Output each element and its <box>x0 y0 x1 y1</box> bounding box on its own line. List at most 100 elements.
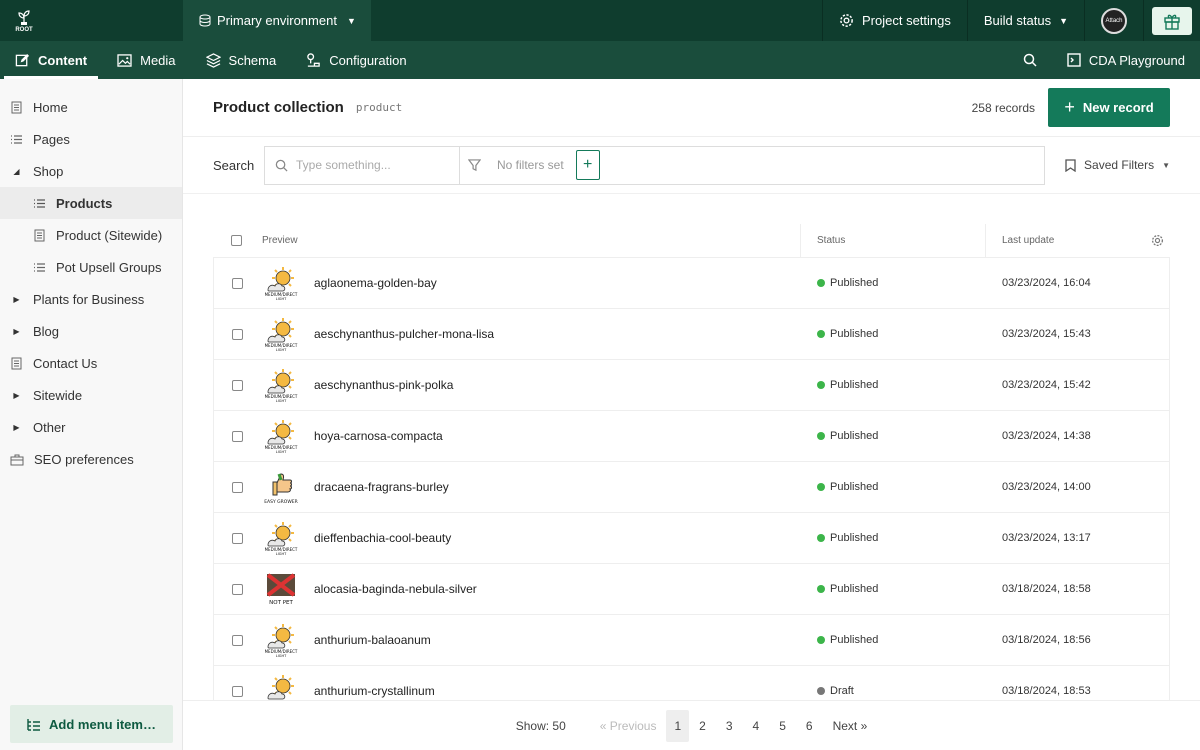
record-title: anthurium-crystallinum <box>314 684 435 698</box>
sidebar-item-sitewide[interactable]: ▶ Sitewide <box>0 379 182 411</box>
record-title: aeschynanthus-pulcher-mona-lisa <box>314 327 495 341</box>
avatar[interactable]: Attach <box>1101 7 1127 34</box>
page-size-selector[interactable]: Show: 50 <box>506 710 576 742</box>
page-numbers: 123456 <box>666 709 823 742</box>
sidebar-item-label: Contact Us <box>33 355 98 371</box>
logo-text: ROOT <box>15 26 33 33</box>
sidebar-item-pages[interactable]: Pages <box>0 123 182 155</box>
page-number-link[interactable]: 4 <box>743 710 770 742</box>
environment-selector[interactable]: Primary environment ▼ <box>183 0 371 41</box>
tab-media[interactable]: Media <box>102 41 190 79</box>
gear-icon[interactable] <box>1151 234 1164 247</box>
tab-label: Schema <box>228 52 277 68</box>
sidebar-item-products[interactable]: Products <box>0 187 182 219</box>
row-checkbox[interactable] <box>232 277 243 289</box>
tab-configuration[interactable]: Configuration <box>291 41 421 79</box>
status-cell: Published <box>801 411 986 461</box>
table-row[interactable]: NOT PET alocasia-baginda-nebula-silver Pub… <box>213 564 1170 615</box>
row-checkbox[interactable] <box>232 481 243 493</box>
search-input[interactable]: Type something... <box>264 145 459 185</box>
last-update: 03/18/2024, 18:56 <box>1002 634 1091 646</box>
project-settings-button[interactable]: Project settings <box>822 0 967 41</box>
column-header-status[interactable]: Status <box>800 224 985 257</box>
preview-cell[interactable]: MEDIUM/DIRECT LIGHT hoya-carnosa-compacta <box>261 419 801 453</box>
caret-right-icon[interactable]: ▶ <box>10 423 23 432</box>
status-dot-icon <box>817 483 825 491</box>
preview-cell[interactable]: NOT PET alocasia-baginda-nebula-silver <box>261 572 801 606</box>
cda-playground-button[interactable]: CDA Playground <box>1052 53 1200 68</box>
saved-filters-dropdown[interactable]: Saved Filters ▼ <box>1065 158 1170 172</box>
environment-label: Primary environment <box>217 13 337 28</box>
sidebar-item-product-sitewide[interactable]: Product (Sitewide) <box>0 219 182 251</box>
sidebar-item-contact-us[interactable]: Contact Us <box>0 347 182 379</box>
sidebar-item-other[interactable]: ▶ Other <box>0 411 182 443</box>
page-number-link[interactable]: 2 <box>689 710 716 742</box>
preview-cell[interactable]: MEDIUM/DIRECT LIGHT aeschynanthus-pulcher-… <box>261 317 801 351</box>
sidebar-item-blog[interactable]: ▶ Blog <box>0 315 182 347</box>
row-checkbox[interactable] <box>232 430 243 442</box>
next-page-link[interactable]: Next » <box>823 710 878 742</box>
sidebar-item-seo-preferences[interactable]: SEO preferences <box>0 443 182 475</box>
row-checkbox[interactable] <box>232 634 243 646</box>
select-all-checkbox[interactable] <box>231 235 242 246</box>
row-checkbox[interactable] <box>232 532 243 544</box>
row-checkbox[interactable] <box>232 379 243 391</box>
row-checkbox[interactable] <box>232 328 243 340</box>
caret-right-icon[interactable]: ▶ <box>10 327 23 336</box>
add-filter-button[interactable]: + <box>575 150 600 180</box>
table-row[interactable]: MEDIUM/DIRECT LIGHT aeschynanthus-pulcher-… <box>213 309 1170 360</box>
sidebar-item-label: Home <box>33 99 68 115</box>
sidebar-item-pot-upsell-groups[interactable]: Pot Upsell Groups <box>0 251 182 283</box>
previous-page-link[interactable]: « Previous <box>590 710 667 742</box>
preview-cell[interactable]: MEDIUM/DIRECT LIGHT aeschynanthus-pink-pol… <box>261 368 801 402</box>
svg-text:LIGHT: LIGHT <box>276 654 287 657</box>
tab-content[interactable]: Content <box>0 41 102 79</box>
build-status-button[interactable]: Build status ▼ <box>966 0 1084 41</box>
add-menu-item-button[interactable]: Add menu item… <box>10 705 173 743</box>
updated-cell: 03/23/2024, 13:17 <box>986 513 1169 563</box>
new-record-button[interactable]: + New record <box>1048 88 1170 127</box>
column-header-preview[interactable]: Preview <box>260 235 800 246</box>
plus-icon: + <box>583 156 593 173</box>
account-menu[interactable]: Attach <box>1084 0 1143 41</box>
gift-button[interactable] <box>1152 6 1192 35</box>
column-header-label: Status <box>817 235 846 246</box>
filter-box[interactable]: No filters set + <box>459 145 1045 185</box>
preview-cell[interactable]: MEDIUM/DIRECT LIGHT anthurium-balaoanum <box>261 623 801 657</box>
search-icon <box>275 159 288 172</box>
row-checkbox[interactable] <box>232 583 243 595</box>
logo[interactable]: ROOT <box>0 0 48 41</box>
search-label: Search <box>213 157 255 173</box>
sidebar-item-shop[interactable]: ◢ Shop <box>0 155 182 187</box>
sidebar-item-plants-for-business[interactable]: ▶ Plants for Business <box>0 283 182 315</box>
page-number-link[interactable]: 6 <box>796 710 823 742</box>
tab-schema[interactable]: Schema <box>191 41 292 79</box>
preview-cell[interactable]: MEDIUM/DIRECT LIGHT aglaonema-golden-bay <box>261 266 801 300</box>
last-update: 03/23/2024, 15:42 <box>1002 379 1091 391</box>
sidebar-item-home[interactable]: Home <box>0 91 182 123</box>
page-number-link[interactable]: 3 <box>716 710 743 742</box>
row-checkbox[interactable] <box>232 685 243 697</box>
search-icon <box>1023 53 1037 67</box>
caret-down-icon[interactable]: ◢ <box>10 167 23 176</box>
table-row[interactable]: MEDIUM/DIRECT LIGHT aeschynanthus-pink-pol… <box>213 360 1170 411</box>
records-table: Preview Status Last update MEDIUM/DIRECT… <box>213 224 1170 717</box>
preview-cell[interactable]: EASY GROWER dracaena-fragrans-burley <box>261 470 801 504</box>
search-button[interactable] <box>1008 53 1052 67</box>
page-number-link[interactable]: 1 <box>666 709 690 742</box>
table-row[interactable]: MEDIUM/DIRECT LIGHT hoya-carnosa-compacta P… <box>213 411 1170 462</box>
caret-right-icon[interactable]: ▶ <box>10 391 23 400</box>
page-number-link[interactable]: 5 <box>769 710 796 742</box>
table-row[interactable]: MEDIUM/DIRECT LIGHT aglaonema-golden-bay Pu… <box>213 258 1170 309</box>
status-cell: Published <box>801 615 986 665</box>
status-dot-icon <box>817 534 825 542</box>
table-row[interactable]: MEDIUM/DIRECT LIGHT dieffenbachia-cool-bea… <box>213 513 1170 564</box>
record-title: anthurium-balaoanum <box>314 633 431 647</box>
status-dot-icon <box>817 330 825 338</box>
table-row[interactable]: EASY GROWER dracaena-fragrans-burley Publi… <box>213 462 1170 513</box>
table-row[interactable]: MEDIUM/DIRECT LIGHT anthurium-balaoanum Pub… <box>213 615 1170 666</box>
caret-right-icon[interactable]: ▶ <box>10 295 23 304</box>
status-label: Published <box>830 379 879 391</box>
preview-cell[interactable]: MEDIUM/DIRECT LIGHT dieffenbachia-cool-bea… <box>261 521 801 555</box>
column-header-updated[interactable]: Last update <box>985 224 1170 257</box>
